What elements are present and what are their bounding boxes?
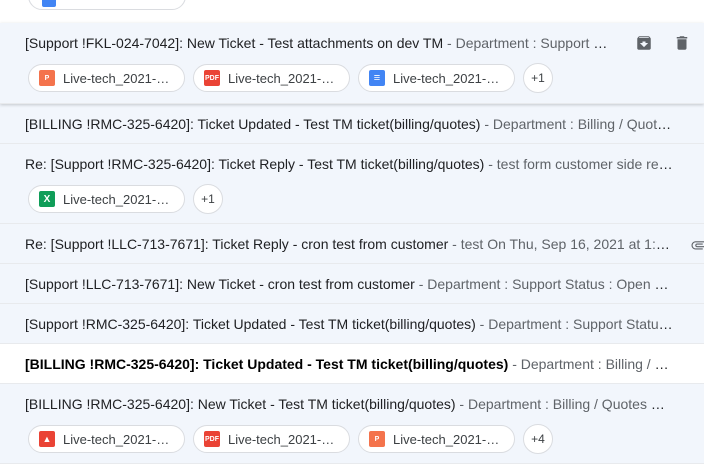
sheets-icon: X xyxy=(39,191,55,207)
attachment-name: Live-tech_2021-09-16.pptx xyxy=(393,431,503,447)
attachment-chip[interactable]: PDF Live-tech_2021-09-16.pdf xyxy=(193,425,350,453)
archive-button[interactable] xyxy=(634,33,654,53)
email-line: [BILLING !RMC-325-6420]: Ticket Updated … xyxy=(25,104,674,144)
email-subject: [Support !FKL-024-7042]: New Ticket - Te… xyxy=(25,35,444,51)
email-line: Re: [Support !RMC-325-6420]: Ticket Repl… xyxy=(25,144,674,184)
pdf-icon: PDF xyxy=(204,70,220,86)
attachment-name: Live-tech_2021-09-16.pdf xyxy=(228,431,338,447)
email-line: [BILLING !RMC-325-6420]: New Ticket - Te… xyxy=(25,384,674,424)
attachment-chip[interactable]: X Live-tech_2021-09-16.xlsx xyxy=(28,185,185,213)
attachment-chip[interactable]: ▲ Live-tech_2021-09-16.jpg xyxy=(28,425,185,453)
attachment-name: Live-tech_2021-09-16.xlsx xyxy=(63,191,173,207)
email-row[interactable]: [BILLING !RMC-325-6420]: New Ticket - Te… xyxy=(0,384,704,464)
email-subject: [BILLING !RMC-325-6420]: Ticket Updated … xyxy=(25,356,509,372)
email-line: [BILLING !RMC-325-6420]: Ticket Updated … xyxy=(25,344,674,384)
email-row[interactable]: [BILLING !RMC-325-6420]: Ticket Updated … xyxy=(0,344,704,384)
more-attachments-badge[interactable]: +1 xyxy=(193,184,223,214)
email-subject: Re: [Support !LLC-713-7671]: Ticket Repl… xyxy=(25,236,449,252)
attachment-chips: X Live-tech_2021-09-16.xlsx +1 xyxy=(28,184,223,214)
email-snippet: - Department : Support Status : Open xyxy=(447,35,613,51)
slides-icon: P xyxy=(369,431,385,447)
attachment-name: Live-tech_2021-09-16.docx xyxy=(393,70,503,86)
email-snippet: - Department : Support Status : Open xyxy=(479,316,674,332)
archive-icon xyxy=(637,36,651,50)
trash-icon xyxy=(676,36,688,50)
docs-icon: ≡ xyxy=(369,70,385,86)
email-snippet: - Department : Billing / Quotes Status xyxy=(512,356,674,372)
paperclip-icon xyxy=(691,241,704,250)
email-snippet: - Department : Billing / Quotes Status :… xyxy=(484,116,674,132)
email-line: Re: [Support !LLC-713-7671]: Ticket Repl… xyxy=(25,224,674,264)
attachment-chips: P Live-tech_2021-09-16.pptx PDF Live-tec… xyxy=(28,63,553,93)
email-snippet: - Department : Support Status : Open Pri… xyxy=(414,276,674,292)
attachment-name: Live-tech_2021-09-16.jpg xyxy=(63,431,173,447)
email-row[interactable]: [Support !FKL-024-7042]: New Ticket - Te… xyxy=(0,23,704,104)
attachment-chip-previous[interactable] xyxy=(28,0,186,10)
email-row[interactable]: Re: [Support !RMC-325-6420]: Ticket Repl… xyxy=(0,144,704,224)
docs-icon xyxy=(42,0,56,7)
pdf-icon: PDF xyxy=(204,431,220,447)
email-subject: [BILLING !RMC-325-6420]: Ticket Updated … xyxy=(25,116,481,132)
email-subject: Re: [Support !RMC-325-6420]: Ticket Repl… xyxy=(25,156,485,172)
email-subject: [Support !LLC-713-7671]: New Ticket - cr… xyxy=(25,276,415,292)
email-row[interactable]: [BILLING !RMC-325-6420]: Ticket Updated … xyxy=(0,104,704,144)
email-row[interactable]: Re: [Support !LLC-713-7671]: Ticket Repl… xyxy=(0,224,704,264)
delete-button[interactable] xyxy=(672,33,692,53)
attachment-chip[interactable]: ≡ Live-tech_2021-09-16.docx xyxy=(358,64,515,92)
slides-icon: P xyxy=(39,70,55,86)
email-line: [Support !FKL-024-7042]: New Ticket - Te… xyxy=(25,23,613,63)
attachment-chip[interactable]: P Live-tech_2021-09-16.pptx xyxy=(358,425,515,453)
email-line: [Support !RMC-325-6420]: Ticket Updated … xyxy=(25,304,674,344)
row-actions xyxy=(634,33,692,53)
email-snippet: - Department : Billing / Quotes Status :… xyxy=(459,396,674,412)
email-row[interactable]: [Support !LLC-713-7671]: New Ticket - cr… xyxy=(0,264,704,304)
email-snippet: - test form customer side reply xyxy=(484,156,674,172)
email-row[interactable]: [Support !RMC-325-6420]: Ticket Updated … xyxy=(0,304,704,344)
attachment-chip[interactable]: PDF Live-tech_2021-09-16.pdf xyxy=(193,64,350,92)
email-subject: [Support !RMC-325-6420]: Ticket Updated … xyxy=(25,316,476,332)
attachment-chips: ▲ Live-tech_2021-09-16.jpg PDF Live-tech… xyxy=(28,424,553,454)
email-line: [Support !LLC-713-7671]: New Ticket - cr… xyxy=(25,264,674,304)
attachment-chip[interactable]: P Live-tech_2021-09-16.pptx xyxy=(28,64,185,92)
email-snippet: - test On Thu, Sep 16, 2021 at 1:45 PM xyxy=(448,236,674,252)
more-attachments-badge[interactable]: +1 xyxy=(523,63,553,93)
email-subject: [BILLING !RMC-325-6420]: New Ticket - Te… xyxy=(25,396,456,412)
attachment-name: Live-tech_2021-09-16.pptx xyxy=(63,70,173,86)
image-icon: ▲ xyxy=(39,431,55,447)
attachment-name: Live-tech_2021-09-16.pdf xyxy=(228,70,338,86)
more-attachments-badge[interactable]: +4 xyxy=(523,424,553,454)
